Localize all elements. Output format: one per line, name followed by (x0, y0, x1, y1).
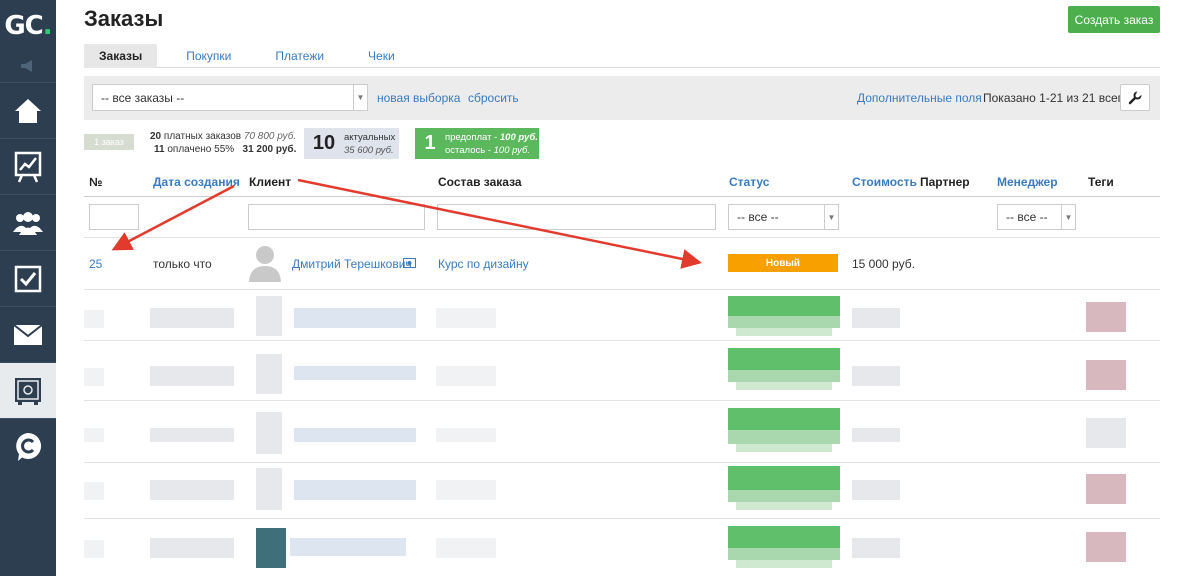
row-divider (84, 237, 1160, 238)
order-cost: 15 000 руб. (852, 257, 915, 271)
safe-icon (15, 377, 41, 405)
col-status[interactable]: Статус (729, 175, 769, 189)
wrench-icon (1128, 90, 1142, 104)
chevron-down-icon: ▼ (353, 85, 367, 110)
tab-bar: Заказы Покупки Платежи Чеки (84, 44, 1160, 68)
new-selection-link[interactable]: новая выборка (377, 91, 460, 105)
tab-purchases[interactable]: Покупки (171, 44, 246, 68)
actual-sum: 35 600 руб. (344, 144, 394, 156)
shown-count-text: Показано 1-21 из 21 всего. (983, 91, 1132, 105)
col-partner: Партнер (920, 175, 970, 189)
col-order: Состав заказа (438, 175, 522, 189)
prepay-box[interactable]: 1 предоплат - 100 руб. осталось - 100 ру… (415, 128, 539, 159)
orders-filter-select[interactable]: -- все заказы -- ▼ (92, 84, 368, 111)
prepay-count: 1 (424, 132, 436, 154)
chat-icon (16, 432, 42, 461)
actual-count: 10 (312, 132, 336, 154)
paid-count: 20 (150, 131, 162, 142)
sidebar-item-sales[interactable] (0, 362, 56, 418)
prepay-sum: 100 руб. (499, 131, 538, 143)
selected-count-badge: 1 заказ (84, 134, 134, 150)
col-tags: Теги (1088, 175, 1114, 189)
paid-stats: 20 платных заказов 70 800 руб. 11 оплаче… (150, 130, 296, 156)
manager-filter-select[interactable]: -- все -- ▼ (997, 204, 1076, 230)
sidebar-item-home[interactable] (0, 82, 56, 138)
paid-sum: 70 800 руб. (243, 131, 297, 142)
reset-link[interactable]: сбросить (468, 91, 519, 105)
prepay-label: предоплат - (445, 131, 498, 143)
avatar (249, 246, 281, 282)
chevron-down-icon: ▼ (1061, 205, 1075, 229)
col-number: № (89, 175, 103, 189)
paid-pct-label: оплачено 55% (167, 144, 235, 155)
tab-payments[interactable]: Платежи (260, 44, 339, 68)
sidebar: GC. (0, 0, 56, 576)
tab-receipts[interactable]: Чеки (353, 44, 410, 68)
sidebar-item-chat[interactable] (0, 418, 56, 474)
tasks-icon (14, 265, 42, 292)
sidebar-item-mail[interactable] (0, 306, 56, 362)
sidebar-item-stats[interactable] (0, 138, 56, 194)
paid-label: платных заказов (163, 131, 242, 142)
logo-letters: GC (4, 11, 43, 41)
col-cost[interactable]: Стоимость (852, 175, 917, 189)
chevron-down-icon: ▼ (824, 205, 838, 229)
number-filter-input[interactable] (89, 204, 139, 230)
manager-filter-value: -- все -- (1006, 210, 1048, 224)
sidebar-item-tasks[interactable] (0, 250, 56, 306)
status-badge: Новый (728, 254, 838, 272)
page-title: Заказы (84, 6, 164, 31)
client-name-link[interactable]: Дмитрий Терешкович (292, 257, 412, 271)
col-manager[interactable]: Менеджер (997, 175, 1058, 189)
home-icon (15, 98, 41, 123)
logo-dot: . (42, 11, 53, 41)
order-number-link[interactable]: 25 (89, 257, 102, 271)
col-client: Клиент (249, 175, 292, 189)
orders-filter-value: -- все заказы -- (101, 90, 185, 105)
sidebar-item-users[interactable] (0, 194, 56, 250)
paid-pct-count: 11 (154, 144, 165, 155)
app-logo[interactable]: GC. (0, 0, 56, 52)
mail-icon (13, 323, 43, 345)
money-icon (403, 258, 416, 268)
order-filter-input[interactable] (437, 204, 716, 230)
actual-label: актуальных (344, 131, 396, 143)
megaphone-icon[interactable] (18, 58, 38, 74)
left-sum: 100 руб. (493, 144, 531, 156)
paid-pct-sum: 31 200 руб. (242, 144, 297, 155)
client-filter-input[interactable] (248, 204, 425, 230)
header-divider (84, 196, 1160, 197)
left-label: осталось - (445, 144, 491, 156)
chart-icon (14, 151, 42, 182)
filter-bar: -- все заказы -- ▼ новая выборка сбросит… (84, 76, 1160, 120)
order-content-link[interactable]: Курс по дизайну (438, 257, 529, 271)
status-filter-value: -- все -- (737, 210, 779, 224)
settings-button[interactable] (1120, 84, 1150, 111)
status-filter-select[interactable]: -- все -- ▼ (728, 204, 839, 230)
order-date: только что (153, 257, 212, 271)
actual-orders-box[interactable]: 10 актуальных 35 600 руб. (304, 128, 399, 159)
tab-orders[interactable]: Заказы (84, 44, 158, 68)
users-icon (13, 211, 43, 235)
create-order-button[interactable]: Создать заказ (1068, 6, 1160, 33)
row-divider (84, 289, 1160, 290)
extra-fields-link[interactable]: Дополнительные поля (857, 91, 982, 105)
col-date[interactable]: Дата создания (153, 175, 240, 189)
